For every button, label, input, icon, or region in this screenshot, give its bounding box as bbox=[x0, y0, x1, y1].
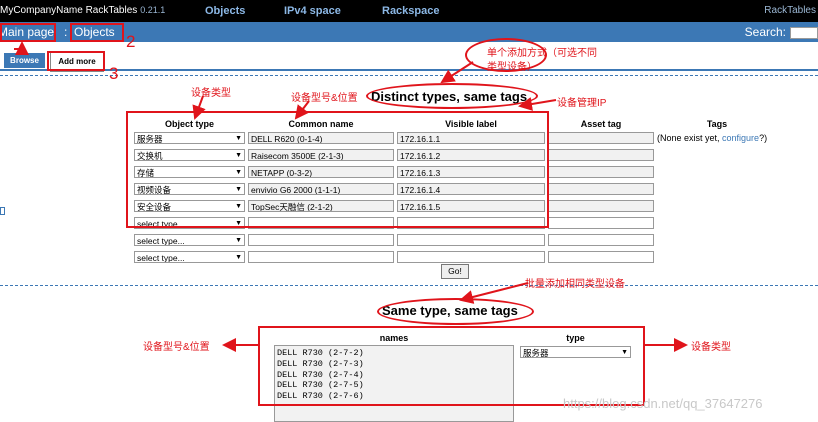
annotation-arrows bbox=[14, 41, 688, 352]
watermark: https://blog.csdn.net/qq_37647276 bbox=[563, 396, 763, 411]
